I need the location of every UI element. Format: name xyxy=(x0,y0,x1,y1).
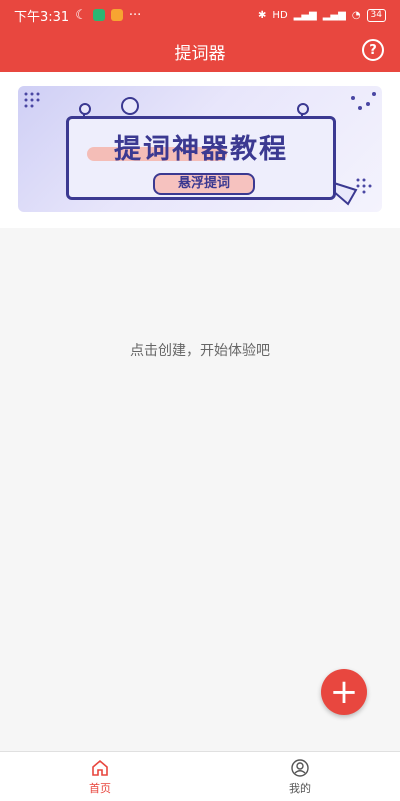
status-right: ✱ HD ▂▄▆ ▂▄▆ ◔ 34 xyxy=(258,8,386,22)
app-header: 提词器 ? xyxy=(0,30,400,72)
banner-tag: 悬浮提词 xyxy=(153,173,255,195)
status-bar: 下午3:31 ☾ ··· ✱ HD ▂▄▆ ▂▄▆ ◔ 34 xyxy=(0,0,400,30)
tutorial-banner[interactable]: 提词神器教程 悬浮提词 xyxy=(18,86,382,212)
board-hook-right xyxy=(297,103,309,115)
board-hook-center xyxy=(121,97,139,115)
tab-home[interactable]: 首页 xyxy=(0,752,200,801)
banner-board: 提词神器教程 悬浮提词 xyxy=(66,97,336,200)
banner-title: 提词神器教程 xyxy=(114,134,288,165)
board-hook-left xyxy=(79,103,91,115)
network-type: HD xyxy=(272,9,288,21)
moon-icon: ☾ xyxy=(75,7,87,23)
bluetooth-icon: ✱ xyxy=(258,9,267,21)
shield-app-icon xyxy=(92,9,105,21)
tab-mine[interactable]: 我的 xyxy=(200,752,400,801)
help-icon: ? xyxy=(369,42,377,58)
create-button[interactable]: + xyxy=(321,669,367,715)
plus-icon: + xyxy=(329,672,359,712)
wifi-icon: ◔ xyxy=(351,9,361,21)
bottom-nav: 首页 我的 xyxy=(0,751,400,801)
tab-mine-label: 我的 xyxy=(289,781,311,795)
empty-state-hint: 点击创建，开始体验吧 xyxy=(130,343,270,359)
user-icon xyxy=(291,758,309,777)
home-icon xyxy=(92,759,108,776)
status-time: 下午3:31 xyxy=(14,9,70,25)
page-title: 提词器 xyxy=(174,43,226,64)
battery-indicator: 34 xyxy=(366,8,386,22)
banner-section: 提词神器教程 悬浮提词 xyxy=(0,72,400,228)
help-button[interactable]: ? xyxy=(362,39,384,61)
status-left: 下午3:31 ☾ ··· xyxy=(14,6,141,25)
signal-2-icon: ▂▄▆ xyxy=(322,9,346,21)
message-app-icon xyxy=(110,9,123,21)
tab-home-label: 首页 xyxy=(89,781,111,795)
signal-icon: ▂▄▆ xyxy=(293,9,317,21)
more-notifications-icon: ··· xyxy=(128,7,142,23)
